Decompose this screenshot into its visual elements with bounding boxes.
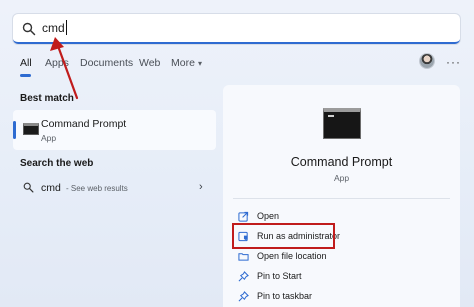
search-input[interactable]: cmd: [42, 21, 65, 35]
start-search-panel: cmd All Apps Documents Web More ▾ ··· Bes…: [0, 0, 474, 307]
annotation-highlight-box: [232, 223, 335, 249]
tab-all[interactable]: All: [20, 57, 32, 69]
chevron-down-icon: ▾: [197, 59, 202, 68]
tab-active-indicator: [20, 74, 31, 77]
tab-documents[interactable]: Documents: [80, 57, 133, 69]
more-options-icon[interactable]: ···: [446, 55, 461, 69]
command-prompt-icon: [23, 123, 39, 135]
chevron-right-icon[interactable]: ›: [199, 181, 203, 193]
best-match-title: Command Prompt: [41, 118, 127, 130]
folder-icon: [238, 253, 249, 261]
tab-web[interactable]: Web: [139, 57, 160, 69]
search-box[interactable]: cmd: [13, 14, 460, 44]
open-icon: [238, 211, 249, 222]
tab-apps[interactable]: Apps: [45, 57, 69, 69]
text-caret: [66, 20, 67, 35]
preview-subtitle: App: [333, 173, 350, 183]
search-web-heading: Search the web: [20, 158, 94, 169]
search-icon: [22, 22, 36, 36]
preview-title: Command Prompt: [290, 155, 393, 169]
avatar[interactable]: [420, 54, 434, 68]
best-match-heading: Best match: [20, 93, 74, 104]
pin-icon: [238, 271, 249, 282]
tab-more[interactable]: More ▾: [171, 57, 202, 69]
divider: [233, 198, 450, 199]
pin-icon: [238, 291, 249, 302]
action-pin-to-start[interactable]: Pin to Start: [235, 269, 445, 285]
tab-more-label: More: [171, 57, 195, 69]
action-pin-to-start-label: Pin to Start: [257, 271, 302, 281]
action-open-file-location[interactable]: Open file location: [235, 249, 445, 265]
command-prompt-icon: [323, 108, 361, 139]
prompt-cursor: [328, 115, 334, 117]
preview-pane: Command Prompt App Open Run as administr…: [223, 85, 460, 307]
action-pin-to-taskbar[interactable]: Pin to taskbar: [235, 289, 445, 305]
action-open-file-location-label: Open file location: [257, 251, 327, 261]
web-search-query: cmd: [41, 182, 61, 194]
action-pin-to-taskbar-label: Pin to taskbar: [257, 291, 313, 301]
web-search-result[interactable]: cmd - See web results ›: [13, 177, 216, 199]
selection-accent: [13, 121, 16, 139]
best-match-result[interactable]: Command Prompt App: [13, 110, 216, 150]
action-open-label: Open: [257, 211, 280, 221]
search-icon: [23, 182, 34, 193]
web-search-hint: - See web results: [66, 184, 128, 193]
best-match-subtitle: App: [41, 133, 57, 143]
